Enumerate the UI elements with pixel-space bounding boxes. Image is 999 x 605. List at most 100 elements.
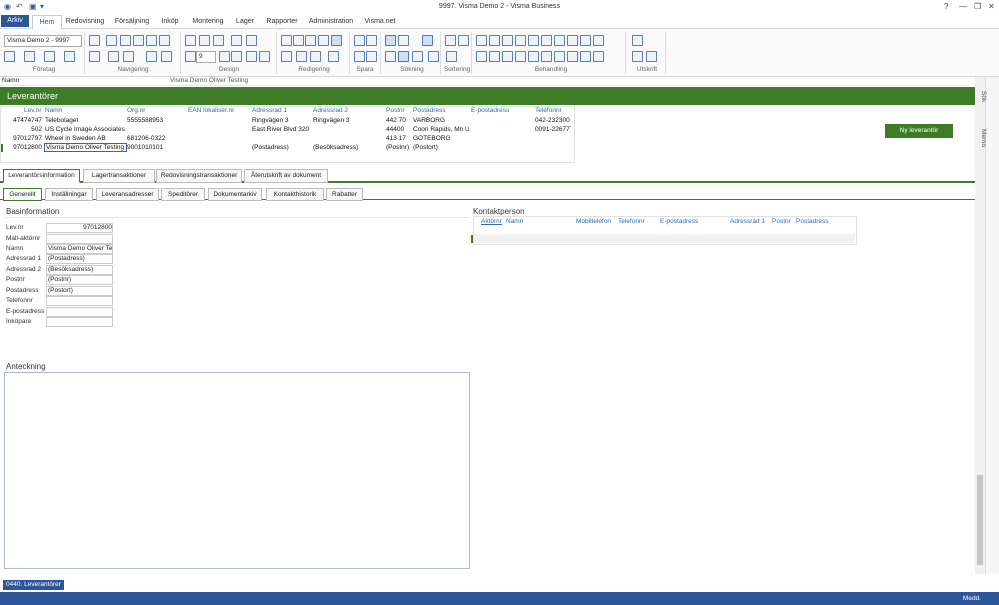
tab-administration[interactable]: Administration — [306, 15, 356, 28]
file-menu-button[interactable]: Arkiv — [1, 15, 29, 27]
tab-installningar[interactable]: Inställningar — [45, 188, 93, 201]
tab-accounting-transactions[interactable]: Redovisningstransaktioner — [156, 169, 242, 183]
home-icon[interactable] — [146, 35, 157, 46]
tab-reprint-documents[interactable]: Återutskrift av dokument — [244, 169, 328, 183]
list-icon[interactable] — [580, 51, 591, 62]
color-icon[interactable] — [259, 51, 270, 62]
filter-selection-icon[interactable] — [398, 35, 409, 46]
stop-icon[interactable] — [133, 35, 144, 46]
vertical-scrollbar[interactable] — [975, 77, 985, 574]
panel-icon[interactable] — [246, 35, 257, 46]
table-cell[interactable]: GÖTEBORG — [413, 135, 469, 142]
col-header-namn[interactable]: Namn — [45, 107, 62, 114]
print-icon[interactable] — [632, 35, 643, 46]
note-textarea[interactable] — [4, 372, 470, 569]
window-tab-leverantorer[interactable]: 0440. Leverantörer — [3, 580, 64, 590]
calculate-icon[interactable] — [502, 35, 513, 46]
globe-icon[interactable] — [44, 51, 55, 62]
levnr-field[interactable]: 97012800 — [46, 223, 113, 233]
document-icon[interactable] — [489, 35, 500, 46]
link-record-icon[interactable] — [554, 51, 565, 62]
col-header-telefonnr[interactable]: Telefonnr — [618, 218, 645, 225]
binoculars-icon[interactable] — [428, 51, 439, 62]
table-cell[interactable]: Coon Rapids, Mn US — [413, 126, 469, 133]
grid-icon[interactable] — [89, 51, 100, 62]
flag-icon[interactable] — [489, 51, 500, 62]
table-cell[interactable]: US Cycle Image Associates — [45, 126, 125, 133]
side-memo-tab[interactable]: Memo — [980, 129, 987, 147]
window-icon[interactable] — [231, 35, 242, 46]
table-cell[interactable]: 97012797 — [4, 135, 42, 142]
text-size-icon[interactable] — [213, 35, 224, 46]
tab-forsaljning[interactable]: Försäljning — [112, 15, 152, 28]
font-icon[interactable] — [185, 51, 196, 62]
table-cell[interactable]: 47474747 — [4, 117, 42, 124]
chevron-down-icon[interactable]: ▾ — [40, 2, 44, 12]
stamp-icon[interactable] — [580, 35, 591, 46]
cancel-record-icon[interactable] — [593, 35, 604, 46]
process-icon[interactable] — [476, 35, 487, 46]
table-cell[interactable]: 042-232300 — [535, 117, 571, 124]
col-header-epost[interactable]: E-postadress — [471, 107, 509, 114]
new-supplier-button[interactable]: Ny leverantör — [885, 124, 953, 138]
folder-icon[interactable] — [24, 51, 35, 62]
increase-font-icon[interactable] — [219, 51, 230, 62]
col-header-adressrad1[interactable]: Adressrad 1 — [252, 107, 287, 114]
col-header-levnr[interactable]: Lev.nr — [24, 107, 42, 114]
fill-down-icon[interactable] — [328, 51, 339, 62]
mail-icon[interactable] — [554, 35, 565, 46]
scrollbar-thumb[interactable] — [977, 475, 983, 565]
col-header-telefonnr[interactable]: Telefonnr — [535, 107, 562, 114]
flag-red-icon[interactable] — [502, 51, 513, 62]
last-record-icon[interactable] — [161, 51, 172, 62]
table-cell[interactable]: (Postadress) — [252, 144, 310, 151]
layout-icon[interactable] — [185, 35, 196, 46]
format-icon[interactable] — [246, 51, 257, 62]
paste-icon[interactable] — [305, 35, 316, 46]
minimize-icon[interactable]: — — [959, 2, 967, 11]
save-all-icon[interactable] — [354, 51, 365, 62]
search-list-icon[interactable] — [412, 51, 423, 62]
table-cell[interactable]: 97012800 — [4, 144, 42, 151]
tab-lager[interactable]: Lager — [233, 15, 257, 28]
sort-settings-icon[interactable] — [446, 51, 457, 62]
table-cell-active[interactable]: Visma Demo Oliver Testing — [44, 143, 127, 152]
sort-descending-icon[interactable] — [458, 35, 469, 46]
table-cell[interactable]: 413 17 — [386, 135, 412, 142]
table-cell[interactable]: 9001010101 — [127, 144, 185, 151]
sort-ascending-icon[interactable] — [445, 35, 456, 46]
company-icon[interactable] — [4, 51, 15, 62]
cancel-changes-icon[interactable] — [366, 35, 377, 46]
cut-icon[interactable] — [281, 35, 292, 46]
delete-icon[interactable] — [318, 35, 329, 46]
help-icon[interactable]: ? — [944, 2, 948, 11]
transfer-icon[interactable] — [541, 51, 552, 62]
table-cell[interactable]: (Postort) — [413, 144, 469, 151]
table-cell[interactable]: VARBORG — [413, 117, 469, 124]
table-cell[interactable]: Ringvägen 3 — [252, 117, 310, 124]
telefonnr-field[interactable] — [46, 296, 113, 306]
report-icon[interactable] — [476, 51, 487, 62]
table-cell[interactable]: 44400 — [386, 126, 412, 133]
import-icon[interactable] — [541, 35, 552, 46]
table-cell[interactable]: East River Blvd 320 — [252, 126, 310, 133]
postnr-field[interactable]: (Postnr) — [46, 275, 113, 285]
restore-icon[interactable]: ❐ — [974, 2, 981, 11]
find-replace-icon[interactable] — [310, 51, 321, 62]
link-icon[interactable] — [64, 51, 75, 62]
messages-status[interactable]: Medd. — [963, 595, 981, 602]
side-search-tab[interactable]: Sök — [980, 91, 987, 102]
flag-blue-icon[interactable] — [515, 51, 526, 62]
undo-icon[interactable]: ↶ — [16, 2, 23, 12]
tab-generellt[interactable]: Generellt — [3, 188, 42, 201]
tab-montering[interactable]: Montering — [189, 15, 227, 28]
remove-filter-icon[interactable] — [422, 35, 433, 46]
namn-field[interactable]: Visma Demo Oliver Testing — [46, 244, 113, 254]
table-cell[interactable]: Telebolaget — [45, 117, 125, 124]
contact-new-row[interactable] — [474, 234, 855, 243]
tab-rabatter[interactable]: Rabatter — [326, 188, 363, 201]
tag-icon[interactable] — [567, 51, 578, 62]
col-header-ean[interactable]: EAN lokaliser.nr — [188, 107, 234, 114]
close-icon[interactable]: ✕ — [988, 2, 995, 11]
mall-aktornr-field[interactable] — [46, 234, 113, 244]
